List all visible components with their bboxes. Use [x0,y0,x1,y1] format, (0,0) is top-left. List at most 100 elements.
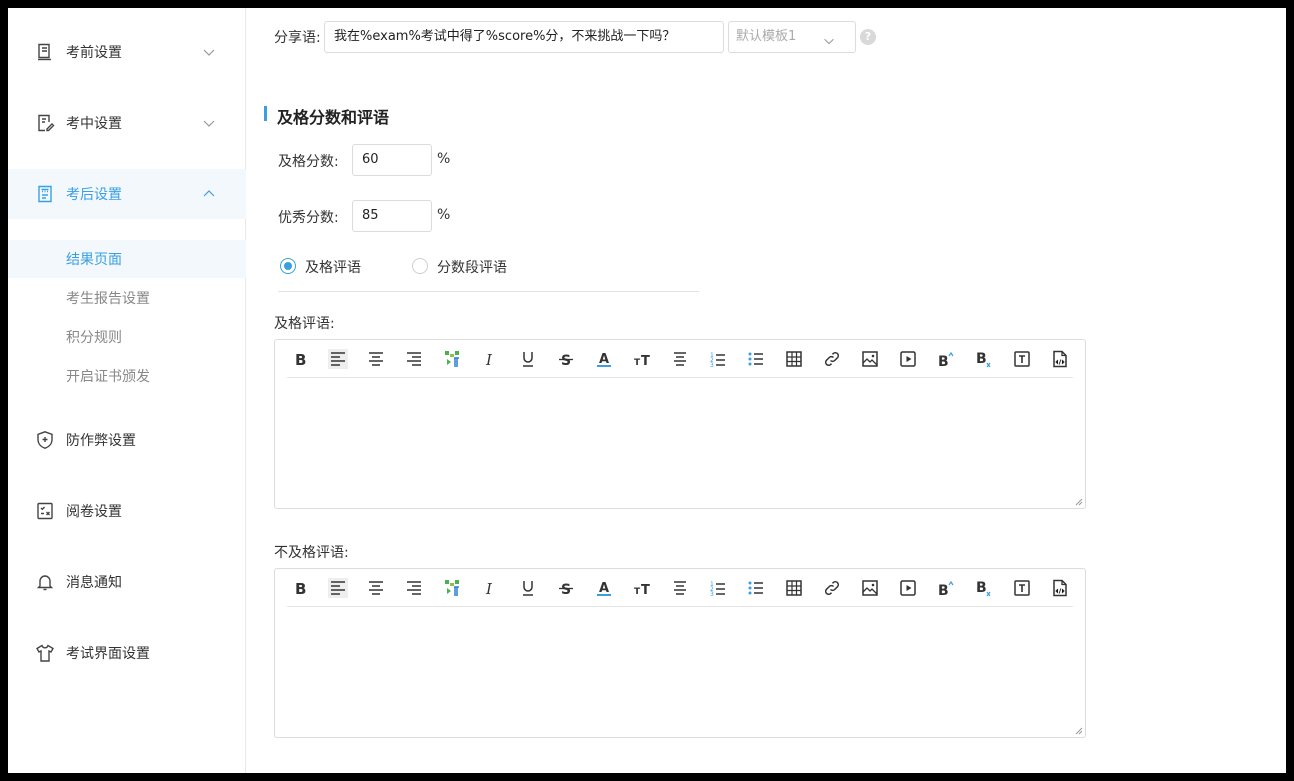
line-height-icon [674,581,686,595]
image-button[interactable] [860,349,880,369]
subscript-button[interactable]: B [974,578,994,598]
chevron-up-icon [201,186,217,202]
bold-button[interactable]: B [290,349,310,369]
table-button[interactable] [784,578,804,598]
align-right-icon [407,352,421,366]
svg-text:A: A [599,352,609,367]
sidebar-subitem-report-settings[interactable]: 考生报告设置 [8,279,246,317]
sidebar-item-pre-exam[interactable]: 考前设置 [8,27,246,77]
html-source-button[interactable] [1050,578,1070,598]
pass-comment-label: 及格评语: [274,316,335,332]
subscript-button[interactable]: B [974,349,994,369]
document-icon [35,42,55,62]
strikethrough-button[interactable]: S [556,349,576,369]
sidebar-item-post-exam[interactable]: 考后设置 [8,169,246,219]
share-text-input[interactable]: 我在%exam%考试中得了%score%分，不来挑战一下吗？ [324,21,724,53]
format-painter-button[interactable] [442,578,462,598]
pass-comment-editor[interactable]: B I S A TT 123 B B [274,339,1086,509]
align-right-button[interactable] [404,349,424,369]
editor-toolbar: B I S A TT 123 B B [287,340,1073,378]
format-painter-button[interactable] [442,349,462,369]
image-icon [862,580,878,596]
sidebar-item-exam-interface[interactable]: 考试界面设置 [8,628,246,678]
underline-button[interactable] [518,349,538,369]
sidebar-subitem-result-page[interactable]: 结果页面 [8,240,246,278]
align-center-icon [369,352,383,366]
ordered-list-icon: 123 [710,352,725,368]
align-right-icon [407,581,421,595]
html-source-button[interactable] [1050,349,1070,369]
svg-text:I: I [485,580,493,597]
fail-comment-editor[interactable]: B I S A TT 123 B B [274,568,1086,738]
align-center-button[interactable] [366,578,386,598]
html-source-icon [1053,579,1067,597]
subscript-icon: B [976,351,991,368]
sidebar-item-in-exam[interactable]: 考中设置 [8,98,246,148]
svg-text:B: B [938,354,949,368]
radio-segment-comment-label[interactable]: 分数段评语 [437,257,507,277]
ordered-list-button[interactable]: 123 [708,349,728,369]
divider [278,291,699,292]
link-button[interactable] [822,349,842,369]
excellent-score-input[interactable]: 85 [352,200,432,232]
pass-score-input[interactable]: 60 [352,144,432,176]
line-height-button[interactable] [670,349,690,369]
font-size-button[interactable]: TT [632,578,652,598]
svg-text:T: T [634,587,641,597]
align-right-button[interactable] [404,578,424,598]
sidebar: 考前设置 考中设置 考后设置 结果页面 考生报告设置 积分规则 开启证书颁发 防… [8,8,246,773]
unordered-list-button[interactable] [746,349,766,369]
text-box-button[interactable] [1012,349,1032,369]
resize-handle-icon[interactable] [1075,727,1083,735]
radio-segment-comment[interactable] [412,258,428,274]
sidebar-item-grading[interactable]: 阅卷设置 [8,486,246,536]
radio-pass-comment-label[interactable]: 及格评语 [305,257,361,277]
ordered-list-button[interactable]: 123 [708,578,728,598]
video-button[interactable] [898,578,918,598]
radio-pass-comment[interactable] [280,258,296,274]
italic-button[interactable]: I [480,578,500,598]
svg-text:B: B [938,583,949,597]
sidebar-item-notifications[interactable]: 消息通知 [8,557,246,607]
bold-button[interactable]: B [290,578,310,598]
align-left-button[interactable] [328,349,348,369]
sidebar-subitem-label: 开启证书颁发 [66,369,150,385]
link-icon [824,580,840,596]
help-icon[interactable]: ? [860,29,876,45]
italic-button[interactable]: I [480,349,500,369]
table-button[interactable] [784,349,804,369]
editor-toolbar: B I S A TT 123 B B [287,569,1073,607]
grading-icon [35,501,55,521]
underline-button[interactable] [518,578,538,598]
template-select[interactable]: 默认模板1 [728,21,856,53]
sidebar-subitem-certificate[interactable]: 开启证书颁发 [8,357,246,395]
align-center-button[interactable] [366,349,386,369]
pass-score-label: 及格分数: [278,154,339,170]
font-color-button[interactable]: A [594,349,614,369]
resize-handle-icon[interactable] [1075,498,1083,506]
strikethrough-button[interactable]: S [556,578,576,598]
text-box-button[interactable] [1012,578,1032,598]
underline-icon [523,352,533,367]
unordered-list-icon [748,352,763,366]
font-size-button[interactable]: TT [632,349,652,369]
svg-text:I: I [485,351,493,368]
link-icon [824,351,840,367]
svg-text:B: B [976,351,987,367]
video-button[interactable] [898,349,918,369]
section-title: 及格分数和评语 [277,108,390,127]
line-height-icon [674,352,686,366]
font-color-button[interactable]: A [594,578,614,598]
align-left-button[interactable] [328,578,348,598]
line-height-button[interactable] [670,578,690,598]
svg-text:S: S [561,582,571,597]
sidebar-item-anti-cheat[interactable]: 防作弊设置 [8,415,246,465]
sidebar-item-label: 消息通知 [66,575,122,591]
link-button[interactable] [822,578,842,598]
unordered-list-button[interactable] [746,578,766,598]
superscript-button[interactable]: B [936,349,956,369]
excellent-score-label: 优秀分数: [278,210,339,226]
sidebar-subitem-points-rules[interactable]: 积分规则 [8,318,246,356]
image-button[interactable] [860,578,880,598]
superscript-button[interactable]: B [936,578,956,598]
